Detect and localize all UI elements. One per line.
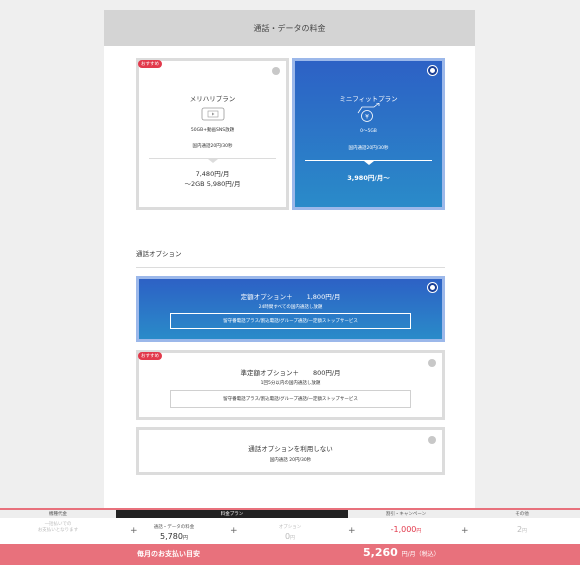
call-option-title: 通話オプション <box>136 250 182 258</box>
option-sub: 国内通話 20円/30秒 <box>269 458 312 463</box>
option-sub: 1回5分以内の国内通話し放題 <box>260 381 321 386</box>
plan-call-line: 国内通話20円/30秒 <box>192 144 233 149</box>
monthly-total-label: 毎月のお支払い目安 <box>137 550 200 558</box>
other-unit: 円 <box>522 528 528 534</box>
option-amount: 1,800円/月 <box>306 293 341 301</box>
plan-card-minifit[interactable]: ミニフィットプラン ¥ 0～5GB 国内通話20円/30秒 3,980円/月～ <box>292 58 445 210</box>
device-cost-head: 機種代金 <box>0 510 116 518</box>
option-services-box: 留守番電話プラス/割込電話/グループ通話/一定額ストップサービス <box>170 390 411 408</box>
plan-price: 7,480円/月 <box>195 170 230 178</box>
option-name: 準定額オプション＋ <box>240 369 299 377</box>
other-head: その他 <box>464 510 580 518</box>
plan-data-line: 50GB+動画SNS放題 <box>190 128 235 133</box>
recommend-badge: おすすめ <box>138 60 162 68</box>
plus-sign: + <box>230 526 238 536</box>
option-sub: 24時間すべての国内通話し放題 <box>258 305 323 310</box>
video-phone-icon <box>201 107 224 121</box>
option-cost-unit: 円 <box>290 535 296 541</box>
plan-card-merihari[interactable]: おすすめ メリハリプラン 50GB+動画SNS放題 国内通話20円/30秒 7,… <box>136 58 289 210</box>
other-value: 2円 <box>464 525 580 534</box>
device-cost-column: 機種代金 一括払いでの お支払いとなります <box>0 510 116 544</box>
discount-column: 割引・キャンペーン -1,000円 <box>348 510 464 544</box>
plan-cost-value: 5,780円 <box>116 532 232 541</box>
radio-button[interactable] <box>272 67 280 75</box>
option-title: 準定額オプション＋ 800円/月 <box>139 367 442 377</box>
option-card-teigaku[interactable]: 定額オプション＋ 1,800円/月 24時間すべての国内通話し放題 留守番電話プラ… <box>136 276 445 342</box>
divider-notch <box>207 159 218 163</box>
option-title: 定額オプション＋ 1,800円/月 <box>139 291 442 301</box>
option-name: 定額オプション＋ <box>240 293 293 301</box>
divider-notch <box>363 161 374 165</box>
option-card-jun-teigaku[interactable]: おすすめ 準定額オプション＋ 800円/月 1回5分以内の国内通話し放題 留守番電… <box>136 350 445 420</box>
plan-call-line: 国内通話20円/30秒 <box>348 146 389 151</box>
plan-cost-label: 通話・データの料金 <box>153 525 195 530</box>
option-card-none[interactable]: 通話オプションを利用しない 国内通話 20円/30秒 <box>136 427 445 475</box>
plan-cost-head: 料金プラン <box>116 510 348 518</box>
yen-arrow-icon: ¥ <box>357 103 379 122</box>
discount-value: -1,000円 <box>348 525 464 534</box>
svg-text:¥: ¥ <box>365 113 369 120</box>
plan-name: メリハリプラン <box>189 95 236 103</box>
other-column: その他 2円 <box>464 510 580 544</box>
panel-title: 通話・データの料金 <box>104 10 475 46</box>
plan-cost-unit: 円 <box>182 535 188 541</box>
device-cost-note-2: お支払いとなります <box>37 528 79 533</box>
section-divider <box>136 267 445 268</box>
option-services-box: 留守番電話プラス/割込電話/グループ通話/一定額ストップサービス <box>170 313 411 329</box>
radio-button-selected[interactable] <box>428 66 437 75</box>
discount-unit: 円 <box>416 528 422 534</box>
plan-name: ミニフィットプラン <box>339 95 398 103</box>
option-cost-label: オプション <box>278 525 302 530</box>
discount-number: -1,000 <box>390 525 417 534</box>
discount-head: 割引・キャンペーン <box>348 510 464 518</box>
plan-price-small: ～2GB 5,980円/月 <box>184 180 241 188</box>
monthly-total-value: 5,260 円/月（税込） <box>363 546 440 559</box>
recommend-badge: おすすめ <box>138 352 162 360</box>
plan-price: 3,980円/月～ <box>347 174 390 182</box>
plan-data-line: 0～5GB <box>360 129 377 134</box>
option-title: 通話オプションを利用しない <box>248 445 333 453</box>
monthly-total-bar: 毎月のお支払い目安 5,260 円/月（税込） <box>0 544 580 565</box>
radio-button[interactable] <box>428 359 436 367</box>
option-cost-value: 0円 <box>232 532 348 541</box>
monthly-total-unit: 円/月（税込） <box>401 551 440 558</box>
payment-summary-bar: 機種代金 一括払いでの お支払いとなります + 料金プラン 通話・データの料金 … <box>0 508 580 565</box>
monthly-total-number: 5,260 <box>363 546 398 559</box>
plan-cost-number: 5,780 <box>160 532 183 541</box>
option-amount: 800円/月 <box>312 369 341 377</box>
